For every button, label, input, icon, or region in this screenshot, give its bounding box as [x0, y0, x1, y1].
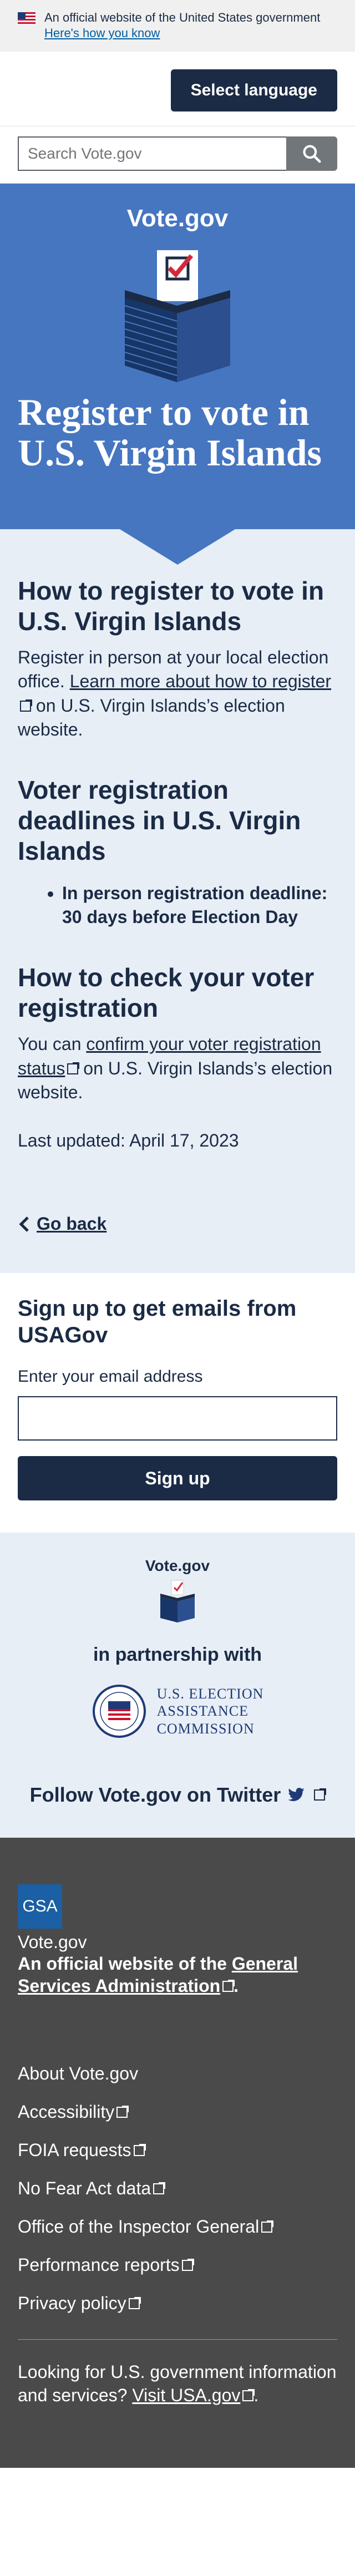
hero: Vote.gov Register to vote in U.S. Virgin…: [0, 184, 355, 565]
main-content: How to register to vote in U.S. Virgin I…: [0, 529, 355, 1274]
deadline-label: In person registration deadline:: [62, 883, 328, 903]
gov-banner: An official website of the United States…: [0, 0, 355, 52]
email-signup: Sign up to get emails from USAGov Enter …: [0, 1273, 355, 1533]
eac-logo-link[interactable]: U.S. ELECTION ASSISTANCE COMMISSION: [18, 1683, 337, 1739]
eac-seal-icon: [92, 1685, 146, 1738]
check-text-start: You can: [18, 1034, 87, 1054]
eac-line-1: U.S. ELECTION: [156, 1686, 264, 1702]
register-section: How to register to vote in U.S. Virgin I…: [18, 576, 337, 742]
hero-brand: Vote.gov: [126, 205, 229, 232]
official-text-start: An official website of the: [18, 1954, 232, 1974]
eac-name: U.S. ELECTION ASSISTANCE COMMISSION: [157, 1685, 264, 1737]
check-heading: How to check your voter registration: [18, 962, 315, 1023]
language-bar: Select language: [0, 52, 355, 126]
deadlines-section: Voter registration deadlines in U.S. Vir…: [18, 775, 337, 929]
deadlines-heading: Voter registration deadlines in U.S. Vir…: [18, 775, 301, 866]
deadlines-list: In person registration deadline: 30 days…: [18, 881, 337, 929]
footer-site-name: Vote.gov: [18, 1932, 87, 1953]
external-link-icon: [181, 2259, 194, 2271]
footer-links: About Vote.gov Accessibility FOIA reques…: [18, 2063, 337, 2314]
partners-section: Vote.gov in partnership with U.S. ELECTI…: [0, 1533, 355, 1838]
eac-line-3: COMMISSION: [156, 1720, 255, 1737]
site-footer: GSA Vote.gov An official website of the …: [0, 1838, 355, 2468]
search-bar: [0, 126, 355, 184]
signup-heading: Sign up to get emails from USAGov: [18, 1296, 297, 1348]
sign-up-button[interactable]: Sign up: [18, 1456, 337, 1501]
twitter-label: Follow Vote.gov on Twitter: [29, 1783, 281, 1807]
gov-banner-text: An official website of the United States…: [44, 11, 321, 24]
small-ballot-box-icon: [160, 1580, 195, 1623]
check-section: How to check your voter registration You…: [18, 962, 337, 1153]
learn-more-link-label: Learn more about how to register: [69, 671, 332, 692]
learn-more-link[interactable]: Learn more about how to register: [70, 671, 331, 691]
external-link-icon: [242, 2389, 255, 2401]
external-link-icon: [67, 1062, 80, 1074]
email-field[interactable]: [18, 1396, 337, 1441]
footer-link-accessibility[interactable]: Accessibility: [18, 2102, 114, 2122]
external-link-icon: [133, 2144, 146, 2157]
external-link-icon: [128, 2297, 141, 2310]
usagov-link[interactable]: Visit USA.gov: [132, 2385, 240, 2405]
external-link-icon: [261, 2220, 274, 2233]
external-link-icon: [20, 699, 32, 712]
external-link-icon: [116, 2106, 129, 2118]
external-link-icon: [153, 2182, 166, 2195]
back-nav: Go back: [18, 1214, 337, 1234]
check-text: You can confirm your voter registration …: [18, 1032, 337, 1104]
register-text-end: on U.S. Virgin Islands’s election websit…: [18, 695, 285, 739]
footer-usagov-text: Looking for U.S. government information …: [18, 2361, 337, 2407]
gsa-logo: GSA: [18, 1884, 62, 1929]
register-text: Register in person at your local electio…: [18, 646, 337, 742]
footer-link-performance[interactable]: Performance reports: [18, 2255, 180, 2275]
how-you-know-link[interactable]: Here's how you know: [44, 26, 337, 41]
footer-link-inspector-general[interactable]: Office of the Inspector General: [18, 2217, 259, 2237]
footer-link-foia[interactable]: FOIA requests: [18, 2140, 131, 2160]
deadline-value: 30 days before Election Day: [62, 906, 298, 927]
go-back-link[interactable]: Go back: [37, 1214, 106, 1234]
page-title: Register to vote in U.S. Virgin Islands: [18, 391, 322, 474]
twitter-bird-icon: [288, 1788, 305, 1802]
select-language-button[interactable]: Select language: [170, 69, 337, 111]
external-link-icon: [222, 1980, 235, 1992]
footer-divider: [18, 2339, 337, 2340]
external-link-icon: [314, 1788, 327, 1801]
us-flag-icon: [18, 12, 36, 24]
partners-brand: Vote.gov: [145, 1557, 210, 1575]
deadline-item: In person registration deadline: 30 days…: [62, 881, 337, 929]
footer-official-text: An official website of the General Servi…: [18, 1953, 337, 1997]
search-input[interactable]: [18, 136, 286, 171]
footer-link-no-fear[interactable]: No Fear Act data: [18, 2178, 151, 2198]
search-icon: [303, 145, 321, 163]
ballot-box-icon: [124, 250, 230, 382]
last-updated: Last updated: April 17, 2023: [18, 1130, 239, 1150]
eac-line-2: ASSISTANCE: [156, 1703, 248, 1720]
search-button[interactable]: [286, 136, 337, 171]
email-label: Enter your email address: [18, 1367, 203, 1386]
twitter-link[interactable]: Follow Vote.gov on Twitter: [18, 1783, 337, 1807]
footer-link-privacy[interactable]: Privacy policy: [18, 2293, 126, 2313]
hero-notch: [120, 529, 235, 565]
partnership-text: in partnership with: [93, 1644, 262, 1666]
chevron-left-icon: [19, 1216, 29, 1232]
footer-link-about[interactable]: About Vote.gov: [18, 2063, 138, 2083]
register-heading: How to register to vote in U.S. Virgin I…: [18, 576, 324, 636]
ballot-box-illustration: [18, 245, 337, 383]
